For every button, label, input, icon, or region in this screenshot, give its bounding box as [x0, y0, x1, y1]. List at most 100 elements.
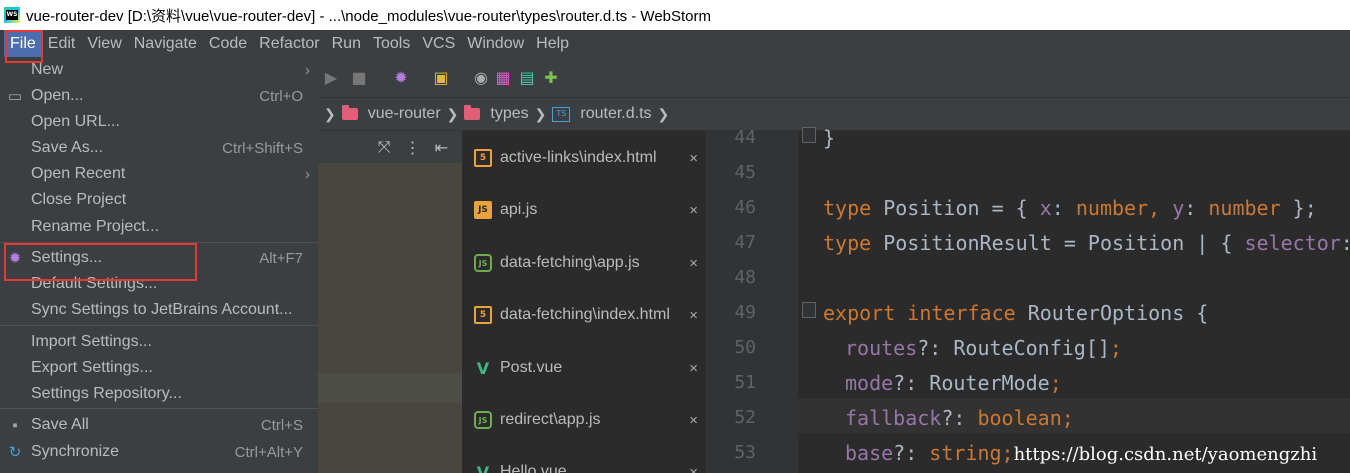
menu-run[interactable]: Run: [326, 30, 367, 57]
recent-file-name: active-links\index.html: [500, 149, 657, 166]
menu-item-label: Export Settings...: [31, 359, 153, 376]
highlight-box-file: [5, 30, 43, 63]
html5-file-icon: 5: [474, 306, 492, 324]
layout-icon[interactable]: ▦: [494, 68, 512, 87]
menu-item-shortcut: Ctrl+Shift+S: [222, 139, 303, 157]
menu-item-save-all[interactable]: ▪ Save All Ctrl+S: [0, 412, 318, 438]
project-panel-header: ⤧ ⋮ ⇤: [318, 131, 462, 163]
menu-item-open-recent[interactable]: Open Recent ›: [0, 161, 318, 187]
breadcrumb-item-types[interactable]: types: [490, 105, 528, 123]
close-icon[interactable]: ×: [689, 360, 698, 377]
menu-item-export-settings[interactable]: Export Settings...: [0, 355, 318, 381]
menu-item-label: Import Settings...: [31, 333, 152, 350]
menu-window[interactable]: Window: [461, 30, 530, 57]
menu-item-label: Open Recent: [31, 165, 126, 182]
recent-file-item[interactable]: 5 data-fetching\index.html ×: [462, 300, 706, 330]
plugin-icon[interactable]: ✚: [542, 68, 560, 87]
code-editor[interactable]: 44 45 46 47 48 49 50 51 52 53 } type Pos…: [706, 126, 1350, 473]
collapse-all-icon[interactable]: ⤧: [378, 137, 391, 157]
cpu-icon[interactable]: ▣: [432, 68, 450, 87]
line-number: 45: [734, 162, 756, 183]
menu-item-label: Close Project: [31, 191, 127, 208]
menu-view[interactable]: View: [81, 30, 127, 57]
menu-divider: [0, 408, 318, 409]
breadcrumb-item-file[interactable]: router.d.ts: [580, 105, 651, 123]
menu-item-open[interactable]: ▭ Open... Ctrl+O: [0, 83, 318, 109]
menu-item-import-settings[interactable]: Import Settings...: [0, 329, 318, 355]
menu-item-shortcut: Ctrl+S: [260, 416, 303, 434]
vue-file-icon: V: [476, 462, 490, 473]
close-icon[interactable]: ×: [689, 202, 698, 219]
menu-tools[interactable]: Tools: [367, 30, 416, 57]
recent-file-item[interactable]: V Hello.vue ×: [462, 457, 706, 473]
folder-icon: [464, 105, 481, 120]
menu-item-label: Open URL...: [31, 113, 120, 130]
menu-item-rename-project[interactable]: Rename Project...: [0, 214, 318, 240]
menu-item-close-project[interactable]: Close Project: [0, 187, 318, 213]
toolbar: ▶ ■ ✹ ▣ ◉ ▦ ▤ ✚: [318, 57, 1350, 97]
menu-item-label: Rename Project...: [31, 218, 160, 235]
close-icon[interactable]: ×: [689, 255, 698, 272]
menu-item-synchronize[interactable]: ↻ Synchronize Ctrl+Alt+Y: [0, 439, 318, 465]
recent-file-item[interactable]: JS redirect\app.js ×: [462, 405, 706, 435]
code-line-53: base?: string;https://blog.csdn.net/yaom…: [845, 441, 1318, 465]
project-panel-bg-lower: [318, 403, 462, 473]
recent-file-name: api.js: [500, 201, 538, 218]
module-icon[interactable]: ▤: [518, 68, 536, 87]
menu-item-label: Settings Repository...: [31, 385, 182, 402]
menu-item-label: Sync Settings to JetBrains Account...: [31, 301, 293, 318]
title-bar: WS vue-router-dev [D:\资料\vue\vue-router-…: [0, 0, 1350, 30]
fold-marker-icon[interactable]: [802, 127, 816, 143]
line-number: 44: [734, 127, 756, 148]
menu-item-label: New: [31, 61, 64, 78]
vue-file-icon: V: [476, 358, 490, 378]
recent-file-item[interactable]: JS api.js ×: [462, 195, 706, 225]
line-number: 52: [734, 407, 756, 428]
recent-file-item[interactable]: V Post.vue ×: [462, 353, 706, 383]
breadcrumb-item-vue-router[interactable]: vue-router: [368, 105, 441, 123]
line-number: 53: [734, 442, 756, 463]
menu-item-new[interactable]: New ›: [0, 57, 318, 83]
recent-file-item[interactable]: 5 active-links\index.html ×: [462, 143, 706, 173]
hide-panel-icon[interactable]: ⇤: [435, 138, 448, 157]
code-line-50: routes?: RouteConfig[];: [845, 336, 1122, 360]
chevron-right-icon: ❯: [446, 105, 459, 122]
close-icon[interactable]: ×: [689, 464, 698, 473]
html5-file-icon: 5: [474, 149, 492, 167]
more-options-icon[interactable]: ⋮: [405, 138, 421, 157]
run-icon[interactable]: ▶: [322, 68, 340, 87]
chevron-right-icon: ›: [305, 61, 310, 79]
menu-code[interactable]: Code: [203, 30, 253, 57]
recent-file-name: redirect\app.js: [500, 411, 601, 428]
coverage-icon[interactable]: ◉: [472, 68, 490, 87]
webstorm-logo-icon: WS: [4, 7, 20, 23]
menu-help[interactable]: Help: [530, 30, 575, 57]
menu-item-open-url[interactable]: Open URL...: [0, 109, 318, 135]
menu-item-label: Save All: [31, 416, 89, 433]
menu-item-shortcut: Alt+F7: [259, 249, 303, 267]
menu-item-settings-repository[interactable]: Settings Repository...: [0, 381, 318, 407]
recent-file-item[interactable]: JS data-fetching\app.js ×: [462, 248, 706, 278]
nodejs-file-icon: JS: [474, 254, 492, 272]
close-icon[interactable]: ×: [689, 412, 698, 429]
close-icon[interactable]: ×: [689, 150, 698, 167]
menu-edit[interactable]: Edit: [42, 30, 82, 57]
menu-bar: File Edit View Navigate Code Refactor Ru…: [0, 30, 1350, 57]
menu-navigate[interactable]: Navigate: [128, 30, 203, 57]
gear-icon[interactable]: ✹: [392, 68, 410, 87]
fold-marker-icon[interactable]: [802, 302, 816, 318]
stop-icon[interactable]: ■: [350, 68, 368, 87]
recent-file-name: data-fetching\app.js: [500, 254, 640, 271]
watermark: https://blog.csdn.net/yaomengzhi: [1013, 444, 1318, 465]
menu-item-shortcut: Ctrl+O: [259, 87, 303, 105]
menu-vcs[interactable]: VCS: [416, 30, 461, 57]
menu-refactor[interactable]: Refactor: [253, 30, 325, 57]
javascript-file-icon: JS: [474, 201, 492, 219]
save-icon: ▪: [12, 416, 18, 434]
menu-divider: [0, 325, 318, 326]
menu-item-sync-settings[interactable]: Sync Settings to JetBrains Account...: [0, 297, 318, 323]
close-icon[interactable]: ×: [689, 307, 698, 324]
highlight-box-settings: [4, 243, 197, 281]
code-line-52: fallback?: boolean;: [845, 406, 1074, 430]
menu-item-save-as[interactable]: Save As... Ctrl+Shift+S: [0, 135, 318, 161]
